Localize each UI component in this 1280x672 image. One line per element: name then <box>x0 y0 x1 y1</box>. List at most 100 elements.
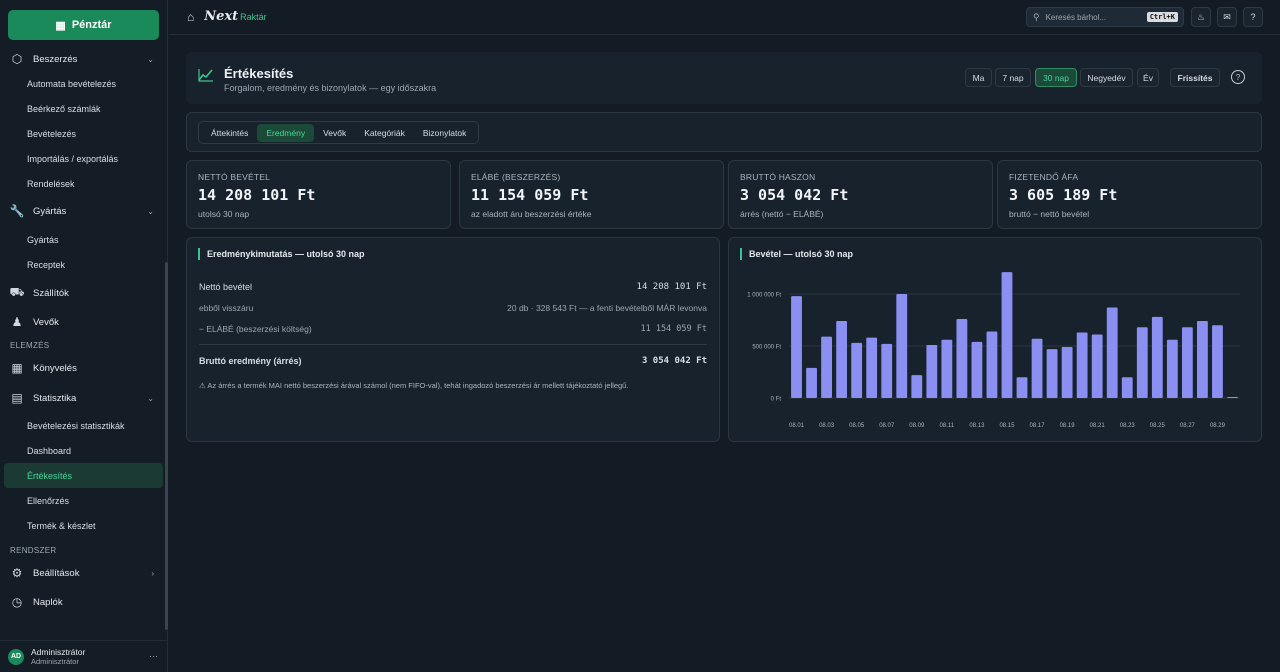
tab-categories[interactable]: Kategóriák <box>355 124 414 142</box>
bar-chart-icon: ▤ <box>11 391 23 405</box>
x-tick-label: 08.09 <box>909 423 925 429</box>
bar <box>1212 325 1223 398</box>
kpi-value: 11 154 059 Ft <box>471 186 589 204</box>
bar <box>971 341 983 398</box>
more-icon[interactable]: ⋯ <box>149 651 158 662</box>
sidebar-item-receiving-stats[interactable]: Bevételezési statisztikák <box>0 413 166 438</box>
page-title: Értékesítés <box>224 66 294 81</box>
bell-icon: ♨ <box>1196 11 1206 22</box>
sidebar-item-import-export[interactable]: Importálás / exportálás <box>0 146 166 171</box>
sidebar-item-sales[interactable]: Értékesítés <box>4 463 163 488</box>
sidebar-item-label: Beszerzés <box>33 53 78 65</box>
sidebar-item-production[interactable]: 🔧 Gyártás ⌄ <box>0 199 166 223</box>
x-tick-label: 08.01 <box>789 423 805 429</box>
bar <box>911 375 923 398</box>
history-icon: ◷ <box>11 595 23 609</box>
bar <box>881 343 893 398</box>
sidebar-scrollbar[interactable] <box>165 262 168 630</box>
x-tick-label: 08.29 <box>1210 423 1226 429</box>
tab-customers[interactable]: Vevők <box>314 124 355 142</box>
sidebar-item-incoming-invoices[interactable]: Beérkező számlák <box>0 96 166 121</box>
gear-icon: ⚙ <box>11 566 23 580</box>
help-button[interactable]: ? <box>1243 7 1263 27</box>
range-30d-button[interactable]: 30 nap <box>1035 68 1077 87</box>
tab-result[interactable]: Eredmény <box>257 123 315 142</box>
net-revenue-row: Nettó bevétel 14 208 101 Ft <box>199 282 707 292</box>
bar <box>1076 332 1088 398</box>
sidebar-item-dashboard[interactable]: Dashboard <box>0 438 166 463</box>
sidebar-item-label: Naplók <box>33 596 63 608</box>
user-role: Adminisztrátor <box>31 656 79 666</box>
range-7d-button[interactable]: 7 nap <box>995 68 1031 87</box>
sidebar-item-label: Statisztika <box>33 392 77 404</box>
cogs-row: − ELÁBÉ (beszerzési költség) 11 154 059 … <box>199 324 707 334</box>
bar <box>791 296 802 398</box>
sidebar-item-logs[interactable]: ◷ Naplók <box>0 588 166 616</box>
wrench-icon: 🔧 <box>9 204 25 218</box>
sidebar-item-label: Könyvelés <box>33 362 77 374</box>
tab-overview[interactable]: Áttekintés <box>202 124 257 142</box>
sidebar-item-audit[interactable]: Ellenőrzés <box>0 488 166 513</box>
bar <box>1197 321 1208 398</box>
bar <box>836 321 848 398</box>
sidebar-item-settings[interactable]: ⚙ Beállítások › <box>0 558 166 588</box>
kpi-sub: árrés (nettó − ELÁBÉ) <box>740 209 824 219</box>
row-label: Nettó bevétel <box>199 282 253 292</box>
refresh-button[interactable]: Frissítés <box>1170 68 1220 87</box>
user-info: Adminisztrátor Adminisztrátor <box>31 647 85 667</box>
user-menu[interactable]: AD Adminisztrátor Adminisztrátor ⋯ <box>0 640 168 672</box>
row-label: − ELÁBÉ (beszerzési költség) <box>199 324 312 334</box>
trend-icon <box>198 68 214 85</box>
sidebar-nav: ⬡ Beszerzés ⌄ Automata bevételezés Beérkez… <box>0 47 166 616</box>
truck-icon: ⛟ <box>9 285 25 299</box>
bar <box>1151 316 1163 398</box>
chevron-right-icon: › <box>151 568 154 578</box>
bar <box>1106 307 1118 398</box>
y-tick-label: 500 000 Ft <box>752 345 781 351</box>
bar <box>851 342 863 398</box>
kpi-label: BRUTTÓ HASZON <box>740 172 816 182</box>
sidebar-item-auto-receiving[interactable]: Automata bevételezés <box>0 71 166 96</box>
row-value: 11 154 059 Ft <box>640 324 707 334</box>
cashier-button[interactable]: ▦ Pénztár <box>8 10 159 40</box>
sidebar-item-receiving[interactable]: Bevételezés <box>0 121 166 146</box>
sidebar-item-suppliers[interactable]: ⛟ Szállítók <box>0 279 166 307</box>
feedback-button[interactable]: ✉ <box>1217 7 1237 27</box>
sidebar-item-manufacturing[interactable]: Gyártás <box>0 227 166 252</box>
sidebar-item-recipes[interactable]: Receptek <box>0 252 166 277</box>
bar <box>1001 272 1013 398</box>
sidebar-item-orders[interactable]: Rendelések <box>0 171 166 196</box>
row-label: ebből visszáru <box>199 303 254 313</box>
tab-documents[interactable]: Bizonylatok <box>414 124 475 142</box>
kpi-value: 3 605 189 Ft <box>1009 186 1118 204</box>
users-icon: ♟ <box>11 315 23 329</box>
kpi-value: 3 054 042 Ft <box>740 186 849 204</box>
bar <box>821 336 832 398</box>
kpi-label: NETTÓ BEVÉTEL <box>198 172 271 182</box>
sidebar-item-accounting[interactable]: ▦ Könyvelés <box>0 353 166 383</box>
help-icon[interactable]: ? <box>1231 70 1245 84</box>
page-subtitle: Forgalom, eredmény és bizonylatok — egy … <box>224 83 437 93</box>
range-quarter-button[interactable]: Negyedév <box>1080 68 1133 87</box>
sidebar-item-product-stock[interactable]: Termék & készlet <box>0 513 166 538</box>
row-value: 14 208 101 Ft <box>636 282 707 292</box>
sidebar-item-customers[interactable]: ♟ Vevők <box>0 307 166 337</box>
notifications-button[interactable]: ♨ <box>1191 7 1211 27</box>
search-input[interactable]: ⚲ Keresés bárhol... Ctrl+K <box>1026 7 1184 27</box>
range-today-button[interactable]: Ma <box>965 68 992 87</box>
sidebar-item-purchase[interactable]: ⬡ Beszerzés ⌄ <box>0 47 166 71</box>
x-tick-label: 08.15 <box>999 423 1015 429</box>
logo[interactable]: ⌂ Next Raktár <box>187 9 267 24</box>
x-tick-label: 08.03 <box>819 423 835 429</box>
returns-row: ebből visszáru 20 db · 328 543 Ft — a fe… <box>199 303 707 313</box>
row-label: Bruttó eredmény (árrés) <box>199 356 302 366</box>
bar <box>1166 339 1178 398</box>
bar <box>806 367 817 398</box>
chevron-down-icon: ⌄ <box>147 206 154 216</box>
topbar: ⌂ Next Raktár ⚲ Keresés bárhol... Ctrl+K… <box>169 0 1280 35</box>
cashier-label: Pénztár <box>71 19 112 31</box>
sidebar-item-statistics[interactable]: ▤ Statisztika ⌄ <box>0 383 166 413</box>
x-tick-label: 08.05 <box>849 423 865 429</box>
range-year-button[interactable]: Év <box>1137 68 1159 87</box>
bar <box>1091 334 1103 398</box>
